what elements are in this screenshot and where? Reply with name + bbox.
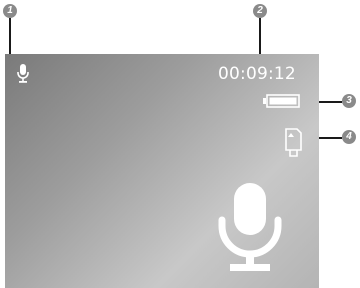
callout-badge-4: 4 xyxy=(342,130,356,144)
callout-badge-3: 3 xyxy=(342,94,356,108)
callout-badge-1: 1 xyxy=(3,4,17,18)
battery-full-icon xyxy=(263,94,300,108)
sd-card-icon xyxy=(285,128,302,157)
microphone-icon xyxy=(17,64,29,83)
recording-time: 00:09:12 xyxy=(218,64,296,84)
camera-screen: 00:09:12 xyxy=(5,54,319,288)
callout-badge-2: 2 xyxy=(253,4,267,18)
microphone-watermark-icon xyxy=(218,183,282,271)
